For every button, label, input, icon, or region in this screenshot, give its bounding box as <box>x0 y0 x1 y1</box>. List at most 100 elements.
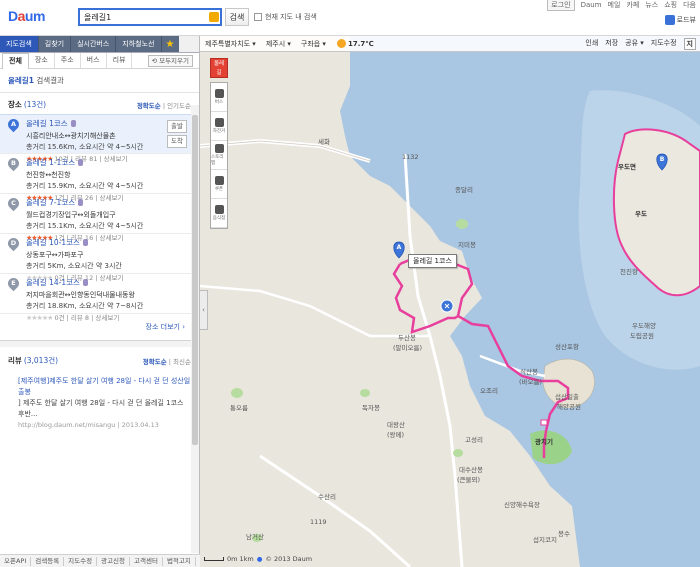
layer-coupon[interactable]: 쿠폰 <box>211 170 227 199</box>
tab-subway-map[interactable]: 지하철노선 <box>116 36 162 52</box>
sort-accuracy[interactable]: 정확도순 <box>137 102 161 110</box>
set-start-button[interactable]: 출발 <box>167 120 187 133</box>
place-meta-text[interactable]: 0건 | 리뷰 8 | 상세보기 <box>54 314 119 322</box>
map-place-label[interactable]: 식산봉 <box>520 366 538 376</box>
clear-all-button[interactable]: ⟲ 모두지우기 <box>147 54 193 67</box>
search-in-map-option[interactable]: 현재 지도 내 검색 <box>254 12 317 22</box>
subtab-address[interactable]: 주소 <box>55 53 81 68</box>
util-link-cafe[interactable]: 카페 <box>626 0 639 10</box>
place-result-item[interactable]: E 올레길 14-1코스 저지마을회관↔인향동인덕내물내동왕 총거리 18.8Km, … <box>0 274 199 322</box>
edit-map-link[interactable]: 지도수정 <box>651 38 677 50</box>
map-place-label[interactable]: 광치기 <box>535 436 553 446</box>
panel-collapse-tab[interactable]: ‹ <box>200 290 208 330</box>
place-name[interactable]: 올레길 14-1코스 <box>26 277 199 288</box>
breadcrumb-city[interactable]: 제주시 ▾ <box>261 39 296 49</box>
route-start-flag-icon[interactable] <box>440 299 454 313</box>
breadcrumb-town[interactable]: 구좌읍 ▾ <box>296 39 331 49</box>
review-sort-latest[interactable]: 최신순 <box>173 358 191 366</box>
search-button[interactable]: 검색 <box>225 8 249 26</box>
search-input[interactable] <box>80 10 198 24</box>
map-place-label[interactable]: 독자봉 <box>362 402 380 412</box>
util-link-shopping[interactable]: 쇼핑 <box>664 0 677 10</box>
map-type-button[interactable]: 지 <box>683 37 696 50</box>
route-callout-label[interactable]: 올레길 1코스 <box>408 254 457 268</box>
review-item-source[interactable]: http://blog.daum.net/misangu | 2013.04.1… <box>18 420 191 431</box>
olle-layer-button[interactable]: 올레 길 <box>210 58 228 78</box>
layer-bicycle[interactable]: 자전거 <box>211 112 227 141</box>
map-place-label[interactable]: (왕메) <box>387 429 404 439</box>
map-place-label[interactable]: 섭산일출 <box>555 391 579 401</box>
favorites-star-icon[interactable]: ★ <box>161 36 179 52</box>
util-link-news[interactable]: 뉴스 <box>645 0 658 10</box>
map-place-label[interactable]: 통오름 <box>230 402 248 412</box>
util-link-more[interactable]: 다음 <box>683 0 696 10</box>
map-place-label[interactable]: (바오름) <box>519 376 542 386</box>
left-panel-scrollbar[interactable] <box>191 105 199 553</box>
map-place-label[interactable]: 종달리 <box>455 184 473 194</box>
map-place-label[interactable]: 신양해수욕장 <box>504 499 540 509</box>
share-link[interactable]: 공유 ▾ <box>625 38 644 50</box>
footer-link-register[interactable]: 검색등록 <box>31 556 65 566</box>
scrollbar-thumb[interactable] <box>192 115 198 445</box>
search-dropdown-icon[interactable] <box>209 12 219 22</box>
map-place-label[interactable]: 1119 <box>310 518 327 526</box>
map-place-label[interactable]: 우도해양 <box>632 320 656 330</box>
weather-widget[interactable]: 17.7℃ <box>331 39 374 48</box>
map-place-label[interactable]: 성산포항 <box>555 341 579 351</box>
place-name[interactable]: 올레길 1-1코스 <box>26 157 199 168</box>
footer-link-support[interactable]: 고객센터 <box>130 556 163 566</box>
tab-map-search[interactable]: 지도검색 <box>0 36 39 52</box>
util-link-daum[interactable]: Daum <box>581 1 602 9</box>
marker-a-icon[interactable]: A <box>393 241 405 259</box>
map-place-label[interactable]: 오조리 <box>480 385 498 395</box>
save-link[interactable]: 저장 <box>605 38 618 50</box>
subtab-places[interactable]: 장소 <box>29 53 55 68</box>
map-place-label[interactable]: 천진항 <box>620 266 638 276</box>
footer-link-legal[interactable]: 법적고지 <box>163 556 196 566</box>
layer-storymap[interactable]: 스토리맵 <box>211 141 227 170</box>
place-result-item[interactable]: A 올레길 1코스 시흥리안내소↔광치기해산물촌 총거리 15.6Km, 소요시간 약… <box>0 114 199 163</box>
map-place-label[interactable]: 우도 <box>635 208 647 218</box>
login-button[interactable]: 로그인 <box>547 0 575 11</box>
daum-map-logo[interactable]: Daum 지도 <box>8 6 700 567</box>
breadcrumb-province[interactable]: 제주특별자치도 ▾ <box>200 39 261 49</box>
place-result-item[interactable]: C 올레길 7-1코스 월드컵경기장입구↔외돌개입구 총거리 15.1Km, 소요시간… <box>0 194 199 242</box>
subtab-bus[interactable]: 버스 <box>81 53 107 68</box>
review-item-title[interactable]: [제주여행]제주도 한달 살기 여행 28일 - 다시 걷 던 성산일출봉 <box>18 376 191 398</box>
map-place-label[interactable]: 대수산봉 <box>459 464 483 474</box>
layer-restaurant[interactable]: 음식점 <box>211 199 227 228</box>
place-result-item[interactable]: D 올레길 10-1코스 상동포구↔가파포구 총거리 5Km, 소요시간 약 3시간 ★… <box>0 234 199 282</box>
subtab-review[interactable]: 리뷰 <box>107 53 133 68</box>
map-place-label[interactable]: 남거산 <box>246 531 264 541</box>
footer-link-edit-map[interactable]: 지도수정 <box>64 556 98 566</box>
tab-realtime-bus[interactable]: 실시간버스 <box>71 36 117 52</box>
map-place-label[interactable]: 봉수 <box>558 528 570 538</box>
map-place-label[interactable]: 지미봉 <box>458 239 476 249</box>
tab-directions[interactable]: 길찾기 <box>38 36 72 52</box>
subtab-all[interactable]: 전체 <box>2 52 29 69</box>
map-place-label[interactable]: 1132 <box>402 153 419 161</box>
set-destination-button[interactable]: 도착 <box>167 135 187 148</box>
place-result-item[interactable]: B 올레길 1-1코스 천진항↔천진항 총거리 15.9Km, 소요시간 약 4~5시… <box>0 154 199 202</box>
map-place-label[interactable]: 두산봉 <box>398 332 416 342</box>
road-view-button[interactable]: 로드뷰 <box>664 15 696 25</box>
search-in-map-checkbox[interactable] <box>254 13 262 21</box>
map-place-label[interactable]: 섭지코지 <box>533 534 557 544</box>
sort-popular[interactable]: 인기도순 <box>167 102 191 110</box>
map-place-label[interactable]: (말미오름) <box>393 342 422 352</box>
util-link-mail[interactable]: 메일 <box>608 0 621 10</box>
map-canvas[interactable]: A B 제주특별자치도 ▾ 제주시 ▾ 구좌읍 ▾ 17.7℃ 인쇄 저장 공유… <box>200 36 700 567</box>
map-place-label[interactable]: 고성리 <box>465 434 483 444</box>
map-place-label[interactable]: (큰물뫼) <box>457 474 480 484</box>
map-place-label[interactable]: 대왕산 <box>387 419 405 429</box>
review-item[interactable]: [제주여행]제주도 한달 살기 여행 28일 - 다시 걷 던 성산일출봉 ] … <box>0 370 199 431</box>
map-place-label[interactable]: 세화 <box>318 136 330 146</box>
map-place-label[interactable]: 도립공원 <box>630 330 654 340</box>
place-name[interactable]: 올레길 10-1코스 <box>26 237 199 248</box>
layer-bus[interactable]: 버스 <box>211 83 227 112</box>
map-place-label[interactable]: 수산리 <box>318 491 336 501</box>
place-name[interactable]: 올레길 7-1코스 <box>26 197 199 208</box>
print-link[interactable]: 인쇄 <box>585 38 598 50</box>
map-place-label[interactable]: 해양공원 <box>557 401 581 411</box>
footer-link-openapi[interactable]: 오픈API <box>0 556 32 566</box>
